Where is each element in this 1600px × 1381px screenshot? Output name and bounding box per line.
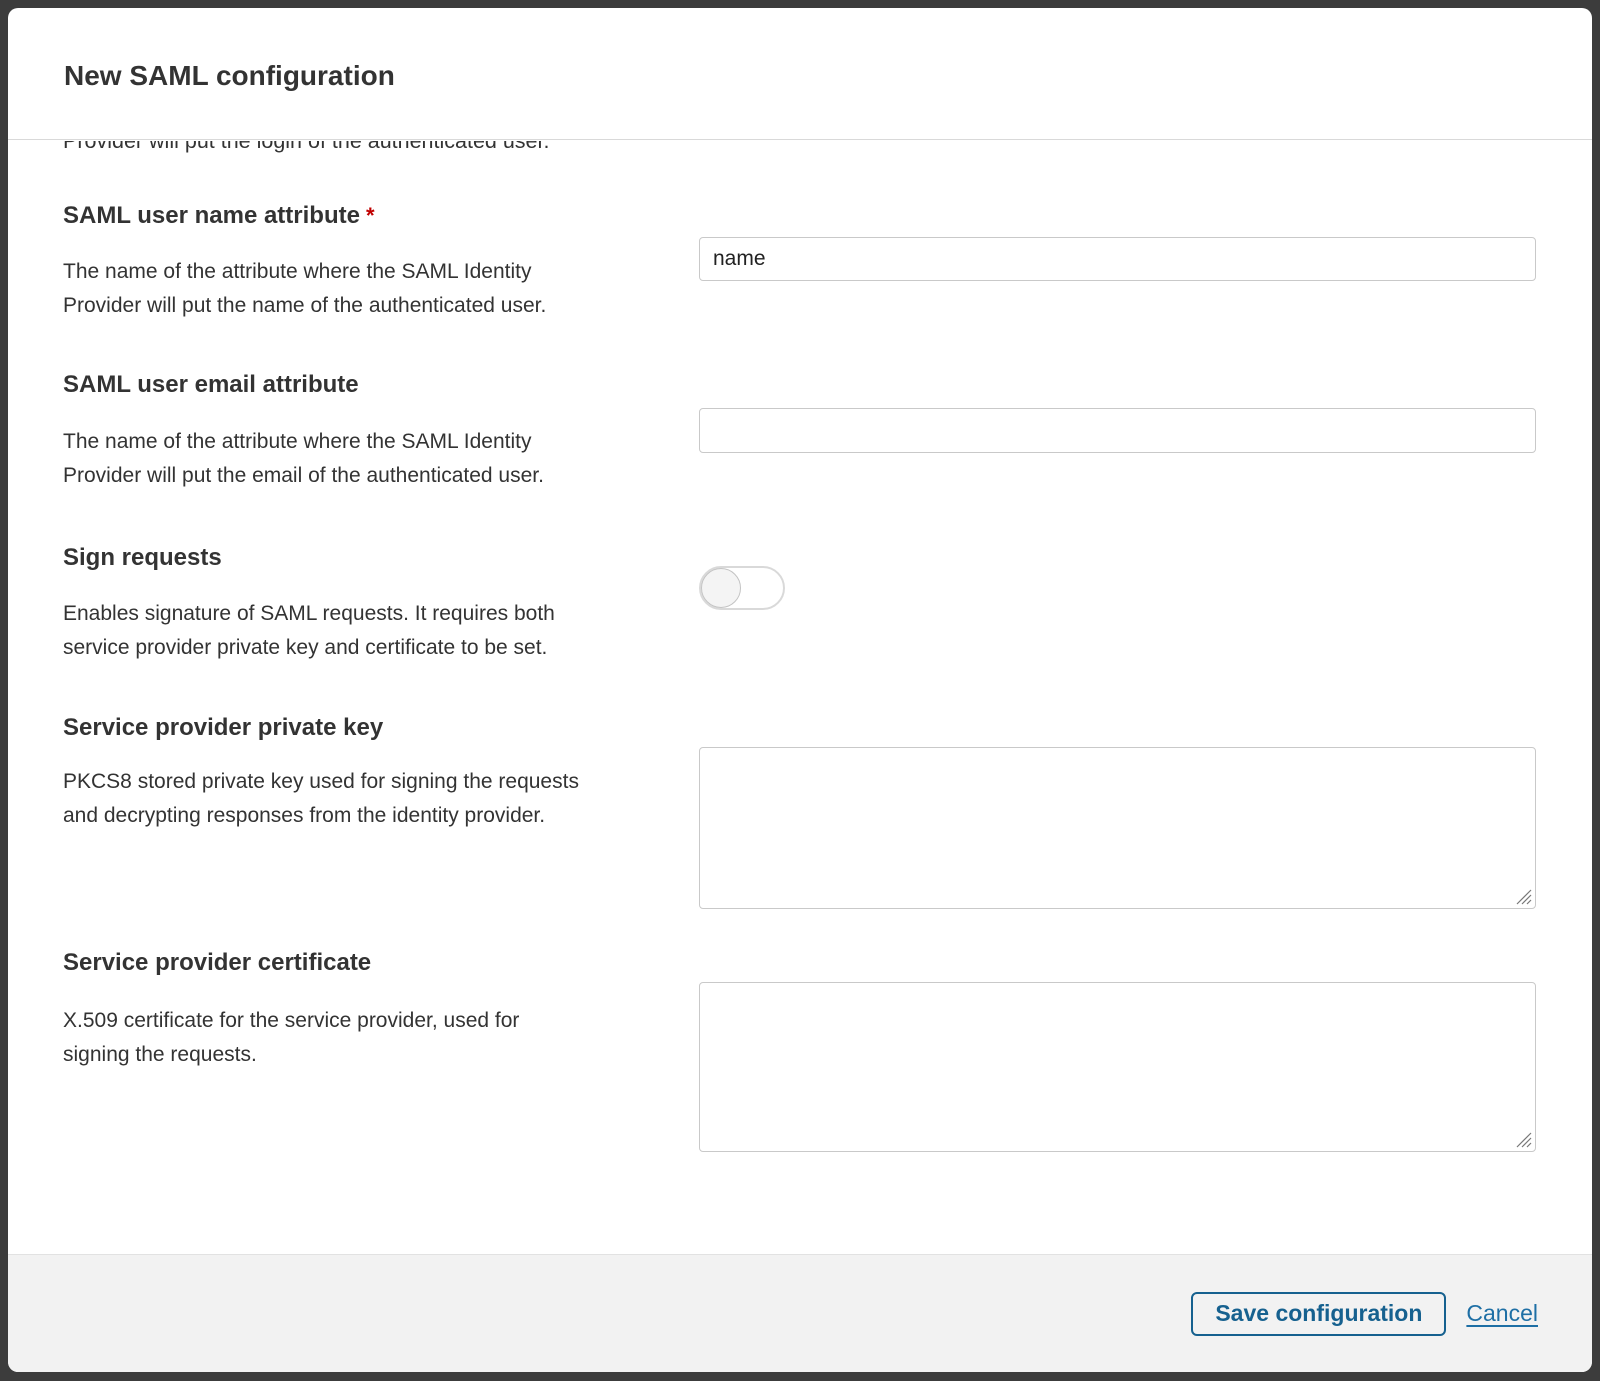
field-label-saml-user-name-attribute: SAML user name attribute* [63,202,375,230]
cancel-link[interactable]: Cancel [1466,1300,1538,1327]
field-label-service-provider-certificate: Service provider certificate [63,949,371,977]
field-description: Enables signature of SAML requests. It r… [63,597,643,665]
service-provider-private-key-textarea[interactable] [699,747,1536,909]
service-provider-certificate-textarea[interactable] [699,982,1536,1152]
field-description: The name of the attribute where the SAML… [63,255,643,323]
saml-user-email-attribute-input[interactable] [699,408,1536,453]
saml-user-name-attribute-input[interactable] [699,237,1536,281]
field-label-service-provider-private-key: Service provider private key [63,714,383,742]
required-asterisk: * [366,203,375,228]
new-saml-configuration-dialog: New SAML configuration Provider will put… [8,8,1592,1372]
service-provider-private-key-field [699,747,1536,909]
sign-requests-toggle[interactable] [699,566,785,610]
service-provider-certificate-field [699,982,1536,1152]
field-label-saml-user-email-attribute: SAML user email attribute [63,371,359,399]
toggle-knob [701,568,741,608]
save-configuration-button[interactable]: Save configuration [1191,1292,1446,1336]
field-description: The name of the attribute where the SAML… [63,425,643,493]
field-description: X.509 certificate for the service provid… [63,1004,643,1072]
dialog-title: New SAML configuration [64,60,395,92]
field-label-sign-requests: Sign requests [63,544,222,572]
field-description: PKCS8 stored private key used for signin… [63,765,643,833]
dialog-footer: Save configuration Cancel [8,1254,1592,1372]
clipped-scrolled-text: Provider will put the login of the authe… [63,141,1163,155]
header-divider [8,139,1592,140]
